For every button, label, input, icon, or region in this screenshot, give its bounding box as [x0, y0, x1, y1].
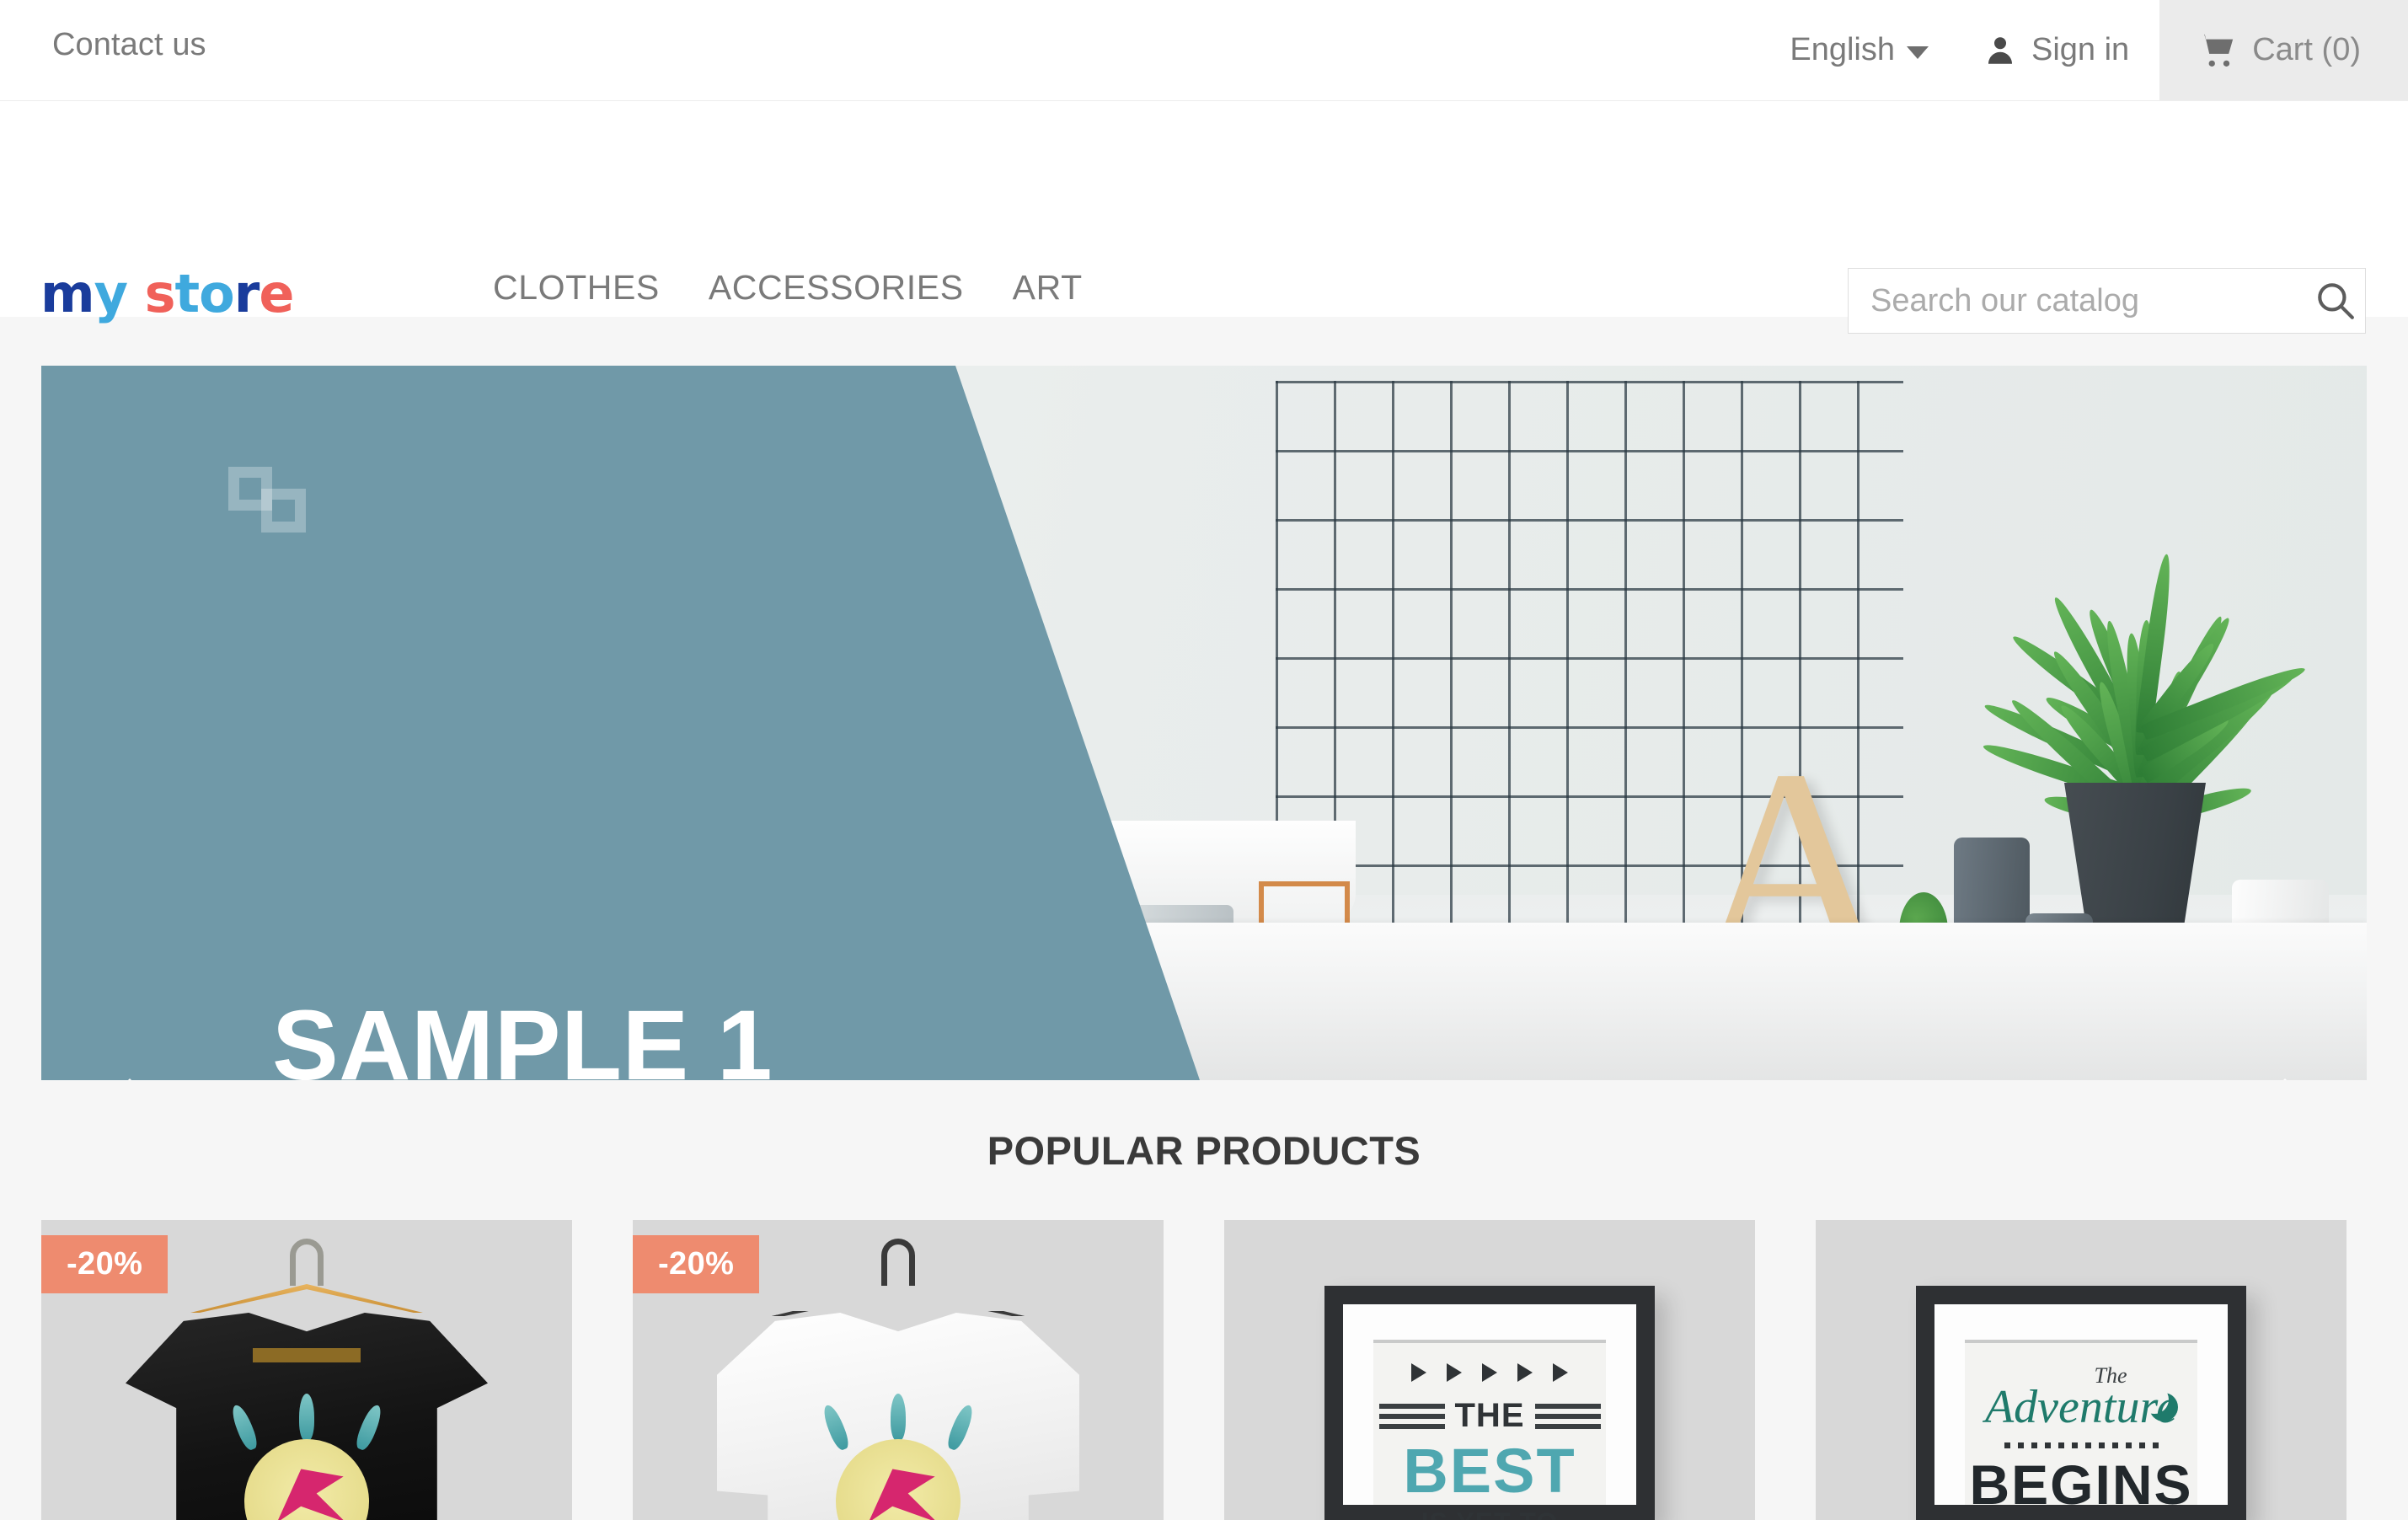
cart-button[interactable]: Cart (0): [2159, 0, 2408, 100]
poster-line-3: IS YET: [1421, 1507, 1512, 1520]
logo-letter: m: [40, 263, 95, 324]
poster-line-3: BEGINS: [1969, 1453, 2193, 1516]
search-input[interactable]: [1849, 282, 2304, 319]
popular-products-heading: POPULAR PRODUCTS: [987, 1128, 1421, 1173]
product-card[interactable]: -20%: [633, 1220, 1164, 1520]
sign-in-button[interactable]: Sign in: [1957, 0, 2159, 100]
logo-letter: e: [259, 263, 294, 324]
chevron-down-icon: [1907, 46, 1929, 59]
poster-line-4: TO: [1519, 1507, 1558, 1520]
sign-in-label: Sign in: [2031, 32, 2130, 67]
logo-letter: t: [174, 263, 201, 324]
language-selector[interactable]: English: [1761, 0, 1957, 100]
logo-letter: y: [94, 263, 128, 324]
top-bar: Contact us English Sign in Cart (0): [0, 0, 2408, 101]
product-card[interactable]: -20%: [41, 1220, 572, 1520]
site-header: my store CLOTHES ACCESSORIES ART: [0, 101, 2408, 334]
product-image: THE BEST IS YET TO: [1224, 1220, 1755, 1520]
logo-letter: [127, 268, 145, 320]
squares-decor-icon: [228, 467, 306, 533]
search-icon: [2314, 279, 2356, 324]
chevron-right-icon: [2264, 1078, 2306, 1080]
logo-letter: o: [199, 263, 235, 324]
carousel-next-button[interactable]: [2255, 1069, 2314, 1080]
cart-label: Cart (0): [2252, 32, 2361, 67]
search-bar: [1848, 268, 2366, 334]
product-card[interactable]: THE BEST IS YET TO: [1224, 1220, 1755, 1520]
hero-carousel[interactable]: A SAMPLE 1 EXCEPTEUR OCCAECAT Lorem ipsu…: [41, 366, 2367, 1080]
language-label: English: [1790, 32, 1895, 67]
potted-plant-decor: [1937, 467, 2333, 829]
logo-letter: s: [144, 263, 176, 324]
top-bar-right-group: English Sign in Cart (0): [1761, 0, 2408, 100]
search-submit-button[interactable]: [2304, 269, 2365, 333]
contact-us-link[interactable]: Contact us: [52, 27, 206, 63]
discount-badge: -20%: [41, 1235, 169, 1293]
poster-line-2: BEST: [1403, 1436, 1576, 1506]
popular-products-grid: -20% -20% THE BEST The Adventure BEGINS: [41, 1220, 2367, 1520]
poster-line-1: THE: [1454, 1397, 1525, 1434]
product-image: The Adventure BEGINS: [1816, 1220, 2346, 1520]
product-card[interactable]: The Adventure BEGINS: [1816, 1220, 2346, 1520]
nav-item-art[interactable]: ART: [1013, 268, 1083, 308]
carousel-title: SAMPLE 1: [272, 990, 773, 1080]
chevron-left-icon: [109, 1078, 151, 1080]
main-navigation: CLOTHES ACCESSORIES ART: [493, 268, 1083, 308]
nav-item-clothes[interactable]: CLOTHES: [493, 268, 660, 308]
moon-icon: [2140, 1385, 2169, 1414]
logo-letter: r: [233, 263, 260, 324]
shopping-cart-icon: [2197, 31, 2237, 70]
discount-badge: -20%: [633, 1235, 760, 1293]
site-logo[interactable]: my store: [40, 263, 294, 324]
carousel-prev-button[interactable]: [100, 1069, 159, 1080]
nav-item-accessories[interactable]: ACCESSORIES: [709, 268, 964, 308]
person-icon: [1983, 31, 2018, 70]
